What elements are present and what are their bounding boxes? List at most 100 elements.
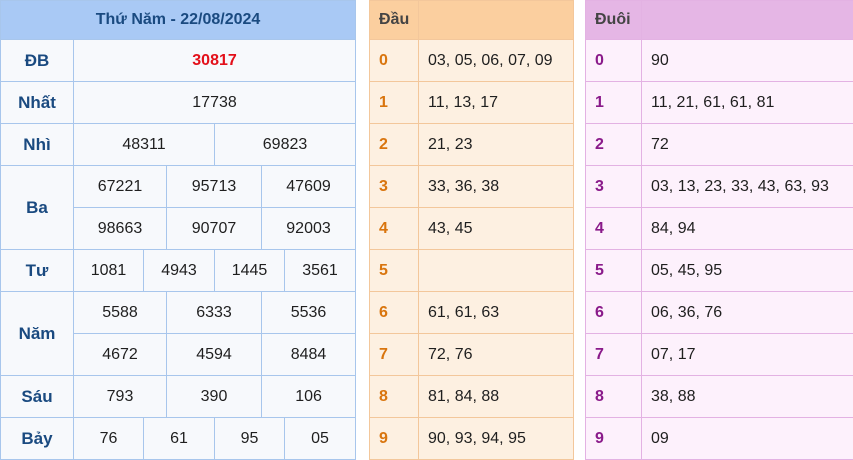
prize-value: 61 <box>143 417 215 460</box>
prize-value: 8484 <box>260 333 357 376</box>
dau-values: 61, 61, 63 <box>418 291 574 334</box>
dau-key: 4 <box>369 207 419 250</box>
prize-value: 106 <box>260 375 357 418</box>
dau-row: 6 61, 61, 63 <box>369 291 574 334</box>
dau-values: 81, 84, 88 <box>418 375 574 418</box>
duoi-key: 2 <box>585 123 642 166</box>
prize-value: 1081 <box>73 249 144 292</box>
duoi-key: 6 <box>585 291 642 334</box>
dau-row: 8 81, 84, 88 <box>369 375 574 418</box>
prize-value: 92003 <box>260 207 357 250</box>
prize-row-sau: Sáu 793 390 106 <box>0 375 357 418</box>
dau-key: 0 <box>369 39 419 82</box>
dau-key: 6 <box>369 291 419 334</box>
prize-row-nam: Năm 5588 6333 5536 <box>0 291 357 376</box>
duoi-row: 6 06, 36, 76 <box>585 291 853 334</box>
duoi-key: 5 <box>585 249 642 292</box>
prize-value: 390 <box>166 375 262 418</box>
prize-value: 6333 <box>166 291 262 334</box>
prize-value: 4943 <box>143 249 215 292</box>
prize-value: 95713 <box>166 165 262 208</box>
duoi-row: 7 07, 17 <box>585 333 853 376</box>
prize-value: 95 <box>214 417 285 460</box>
prize-row-nhi: Nhì 48311 69823 <box>0 123 357 166</box>
prize-value: 05 <box>283 417 357 460</box>
dau-row: 0 03, 05, 06, 07, 09 <box>369 39 574 82</box>
dau-key: 2 <box>369 123 419 166</box>
dau-row: 9 90, 93, 94, 95 <box>369 417 574 460</box>
duoi-values: 05, 45, 95 <box>641 249 853 292</box>
duoi-row: 0 90 <box>585 39 853 82</box>
duoi-values: 72 <box>641 123 853 166</box>
dau-key: 7 <box>369 333 419 376</box>
dau-values: 11, 13, 17 <box>418 81 574 124</box>
dau-key: 5 <box>369 249 419 292</box>
dau-header-blank <box>418 0 574 40</box>
dau-header: Đầu <box>369 0 419 40</box>
duoi-row: 5 05, 45, 95 <box>585 249 853 292</box>
duoi-key: 1 <box>585 81 642 124</box>
dau-row: 7 72, 76 <box>369 333 574 376</box>
prize-value: 3561 <box>283 249 357 292</box>
prize-value: 17738 <box>72 81 357 124</box>
dau-key: 1 <box>369 81 419 124</box>
prize-label: Nhất <box>0 81 74 124</box>
prize-row-db: ĐB 30817 <box>0 39 357 82</box>
duoi-table: Đuôi 0 90 1 11, 21, 61, 61, 81 2 72 3 03, 13… <box>585 0 853 460</box>
dau-row: 3 33, 36, 38 <box>369 165 574 208</box>
duoi-row: 2 72 <box>585 123 853 166</box>
prize-row-nhat: Nhất 17738 <box>0 81 357 124</box>
dau-table: Đầu 0 03, 05, 06, 07, 09 1 11, 13, 17 2 21,… <box>369 0 574 460</box>
duoi-key: 7 <box>585 333 642 376</box>
prize-value: 98663 <box>73 207 167 250</box>
duoi-values: 38, 88 <box>641 375 853 418</box>
prize-row-bay: Bảy 76 61 95 05 <box>0 417 357 460</box>
duoi-key: 3 <box>585 165 642 208</box>
duoi-row: 1 11, 21, 61, 61, 81 <box>585 81 853 124</box>
dau-values: 03, 05, 06, 07, 09 <box>418 39 574 82</box>
duoi-values: 90 <box>641 39 853 82</box>
prize-label: Bảy <box>0 417 74 460</box>
prize-label: ĐB <box>0 39 74 82</box>
dau-row: 2 21, 23 <box>369 123 574 166</box>
dau-values: 90, 93, 94, 95 <box>418 417 574 460</box>
prize-label: Nhì <box>0 123 74 166</box>
duoi-values: 11, 21, 61, 61, 81 <box>641 81 853 124</box>
prize-row-ba: Ba 67221 95713 47609 <box>0 165 357 250</box>
prize-label: Năm <box>0 291 74 376</box>
prize-value: 4672 <box>73 333 167 376</box>
prize-value: 67221 <box>73 165 167 208</box>
duoi-key: 8 <box>585 375 642 418</box>
duoi-values: 06, 36, 76 <box>641 291 853 334</box>
dau-row: 1 11, 13, 17 <box>369 81 574 124</box>
dau-key: 8 <box>369 375 419 418</box>
duoi-values: 03, 13, 23, 33, 43, 63, 93 <box>641 165 853 208</box>
prize-value: 1445 <box>214 249 285 292</box>
dau-key: 3 <box>369 165 419 208</box>
prize-value: 793 <box>73 375 167 418</box>
dau-row: 4 43, 45 <box>369 207 574 250</box>
duoi-values: 07, 17 <box>641 333 853 376</box>
duoi-row: 4 84, 94 <box>585 207 853 250</box>
duoi-row: 3 03, 13, 23, 33, 43, 63, 93 <box>585 165 853 208</box>
results-title: Thứ Năm - 22/08/2024 <box>0 0 357 40</box>
duoi-key: 9 <box>585 417 642 460</box>
prize-value: 90707 <box>166 207 262 250</box>
dau-key: 9 <box>369 417 419 460</box>
prize-value: 5536 <box>260 291 357 334</box>
prize-label: Sáu <box>0 375 74 418</box>
duoi-header: Đuôi <box>585 0 642 40</box>
dau-values: 72, 76 <box>418 333 574 376</box>
results-table: Thứ Năm - 22/08/2024 ĐB 30817 Nhất 17738… <box>0 0 357 460</box>
duoi-key: 0 <box>585 39 642 82</box>
dau-row: 5 <box>369 249 574 292</box>
duoi-key: 4 <box>585 207 642 250</box>
prize-value: 5588 <box>73 291 167 334</box>
prize-value: 4594 <box>166 333 262 376</box>
duoi-values: 09 <box>641 417 853 460</box>
dau-values <box>418 249 574 292</box>
prize-value: 48311 <box>73 123 215 166</box>
dau-values: 21, 23 <box>418 123 574 166</box>
duoi-values: 84, 94 <box>641 207 853 250</box>
prize-row-tu: Tư 1081 4943 1445 3561 <box>0 249 357 292</box>
